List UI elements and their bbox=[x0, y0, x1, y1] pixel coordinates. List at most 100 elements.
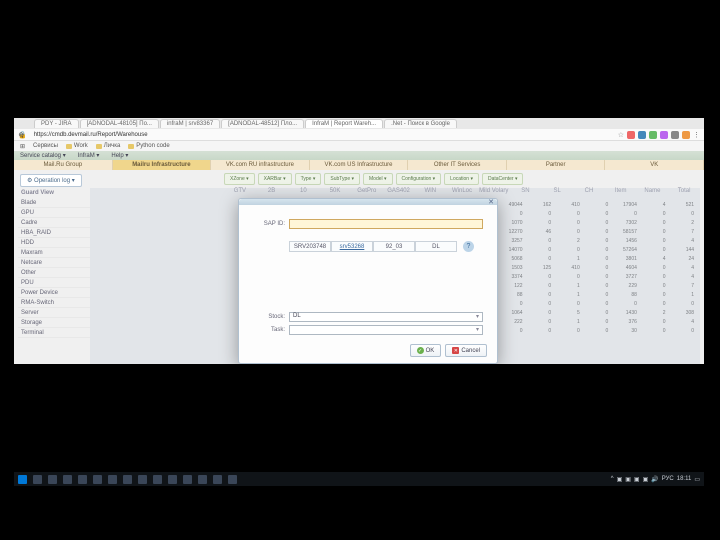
dialog: ✕ SAP ID: SRV203748 srv53268 92_03 DL ? … bbox=[238, 198, 498, 364]
filter-datacenter[interactable]: DataCenter ▾ bbox=[482, 173, 523, 185]
home-button[interactable]: ⌂ bbox=[18, 131, 25, 138]
taskview-icon[interactable] bbox=[48, 475, 57, 484]
tray-icon[interactable]: ▣ bbox=[634, 476, 640, 483]
star-icon[interactable]: ☆ bbox=[618, 131, 624, 139]
filter-type[interactable]: Type ▾ bbox=[295, 173, 322, 185]
taskbar-app-icon[interactable] bbox=[168, 475, 177, 484]
taskbar-app-icon[interactable] bbox=[153, 475, 162, 484]
taskbar-app-icon[interactable] bbox=[78, 475, 87, 484]
browser-tab[interactable]: [ADNODAL-48105] По... bbox=[80, 119, 159, 128]
taskbar-app-icon[interactable] bbox=[63, 475, 72, 484]
bookmark-folder[interactable]: Work bbox=[66, 143, 88, 149]
browser-tab[interactable]: [ADNODAL-48512] Пло... bbox=[221, 119, 304, 128]
bookmarks-bar: ⊞ Сервисы Work Личка Python code bbox=[14, 141, 704, 151]
dialog-close-button[interactable]: ✕ bbox=[488, 198, 494, 206]
extension-icon[interactable] bbox=[682, 131, 690, 139]
browser-tab[interactable]: infraM | srv83367 bbox=[160, 119, 220, 128]
tray-notifications-icon[interactable]: ▭ bbox=[694, 476, 700, 483]
folder-icon bbox=[66, 144, 72, 149]
sidebar-item[interactable]: Netcare bbox=[18, 258, 90, 268]
menu-service-catalog[interactable]: Service catalog ▾ bbox=[20, 152, 66, 159]
taskbar-search-icon[interactable] bbox=[33, 475, 42, 484]
taskbar-app-icon[interactable] bbox=[93, 475, 102, 484]
sidebar-item[interactable]: Cadre bbox=[18, 218, 90, 228]
taskbar-app-icon[interactable] bbox=[198, 475, 207, 484]
section-tab[interactable]: Partner bbox=[507, 160, 606, 170]
tray-icon[interactable]: ▣ bbox=[625, 476, 631, 483]
menu-help[interactable]: Help ▾ bbox=[111, 152, 128, 159]
folder-icon bbox=[128, 144, 134, 149]
browser-tab[interactable]: PDY - JIRA bbox=[34, 119, 79, 128]
bookmark-folder[interactable]: Python code bbox=[128, 143, 169, 149]
sidebar-item[interactable]: Blade bbox=[18, 198, 90, 208]
section-tab[interactable]: VK.com RU infrastructure bbox=[211, 160, 310, 170]
sidebar-item[interactable]: Storage bbox=[18, 318, 90, 328]
tray-chevron-icon[interactable]: ^ bbox=[611, 476, 614, 482]
sidebar-item[interactable]: Server bbox=[18, 308, 90, 318]
section-tab[interactable]: VK.com US Infrastructure bbox=[310, 160, 409, 170]
taskbar-app-icon[interactable] bbox=[183, 475, 192, 484]
operation-log-button[interactable]: ⚙ Operation log ▾ bbox=[20, 174, 82, 187]
extension-icon[interactable] bbox=[627, 131, 635, 139]
sidebar-item[interactable]: RMA-Switch bbox=[18, 298, 90, 308]
tray-language[interactable]: РУС bbox=[662, 476, 674, 482]
sidebar-item[interactable]: Other bbox=[18, 268, 90, 278]
taskbar-app-icon[interactable] bbox=[108, 475, 117, 484]
folder-icon bbox=[96, 144, 102, 149]
filter-configuration[interactable]: Configuration ▾ bbox=[396, 173, 442, 185]
filter-bar: XZone ▾ XARBar ▾ Type ▾ SubType ▾ Model … bbox=[224, 173, 700, 184]
stock-select[interactable]: DL bbox=[289, 312, 483, 322]
section-tab-active[interactable]: Mailru Infrastructure bbox=[113, 160, 212, 170]
tray-clock[interactable]: 18:11 bbox=[677, 476, 692, 482]
taskbar-app-icon[interactable] bbox=[123, 475, 132, 484]
section-tab[interactable]: Mail.Ru Group bbox=[14, 160, 113, 170]
cancel-button[interactable]: ✕ Cancel bbox=[445, 344, 487, 357]
system-tray[interactable]: ^ ▣ ▣ ▣ ▣ 🔊 РУС 18:11 ▭ bbox=[611, 476, 700, 483]
extension-icon[interactable] bbox=[649, 131, 657, 139]
sidebar-item[interactable]: Power Device bbox=[18, 288, 90, 298]
info-cell-link[interactable]: srv53268 bbox=[331, 241, 373, 252]
sap-id-label: SAP ID: bbox=[253, 221, 285, 227]
sidebar-item[interactable]: HBA_RAID bbox=[18, 228, 90, 238]
bookmark-item[interactable]: Сервисы bbox=[33, 143, 58, 149]
tray-icon[interactable]: ▣ bbox=[617, 476, 623, 483]
filter-subtype[interactable]: SubType ▾ bbox=[324, 173, 360, 185]
ok-button[interactable]: ✓ OK bbox=[410, 344, 442, 357]
extension-icon[interactable] bbox=[638, 131, 646, 139]
tray-network-icon[interactable]: ▣ bbox=[643, 476, 649, 483]
browser-tab-active[interactable]: InfraM | Report Wareh... bbox=[305, 119, 383, 128]
sap-id-input[interactable] bbox=[289, 219, 483, 229]
filter-xarbar[interactable]: XARBar ▾ bbox=[258, 173, 292, 185]
section-tab[interactable]: Other IT Services bbox=[408, 160, 507, 170]
sidebar-item[interactable]: Maxram bbox=[18, 248, 90, 258]
url-field[interactable]: https://cmdb.devmail.ru/Report/Warehouse bbox=[30, 132, 615, 138]
taskbar-app-icon[interactable] bbox=[138, 475, 147, 484]
browser-tab[interactable]: .Net - Поиск в Google bbox=[384, 119, 457, 128]
section-tab[interactable]: VK bbox=[605, 160, 704, 170]
tray-volume-icon[interactable]: 🔊 bbox=[651, 476, 658, 483]
filter-model[interactable]: Model ▾ bbox=[363, 173, 393, 185]
start-button[interactable] bbox=[18, 475, 27, 484]
info-cell-srv: SRV203748 bbox=[289, 241, 331, 252]
dialog-titlebar[interactable] bbox=[239, 199, 497, 205]
filter-xzone[interactable]: XZone ▾ bbox=[224, 173, 255, 185]
sidebar-item[interactable]: GPU bbox=[18, 208, 90, 218]
menu-icon[interactable]: ⋮ bbox=[693, 131, 700, 139]
sidebar-header: Guard View bbox=[18, 188, 90, 198]
help-icon[interactable]: ? bbox=[463, 241, 474, 252]
taskbar-app-icon[interactable] bbox=[213, 475, 222, 484]
extension-icons bbox=[627, 131, 690, 139]
sidebar-item[interactable]: Terminal bbox=[18, 328, 90, 338]
extension-icon[interactable] bbox=[671, 131, 679, 139]
extension-icon[interactable] bbox=[660, 131, 668, 139]
apps-icon[interactable]: ⊞ bbox=[20, 143, 25, 150]
app-menu-bar: Service catalog ▾ InfraM ▾ Help ▾ bbox=[14, 151, 704, 160]
bookmark-folder[interactable]: Личка bbox=[96, 143, 121, 149]
menu-infram[interactable]: InfraM ▾ bbox=[78, 152, 100, 159]
taskbar-app-icon[interactable] bbox=[228, 475, 237, 484]
sidebar-item[interactable]: HDD bbox=[18, 238, 90, 248]
sidebar-item[interactable]: PDU bbox=[18, 278, 90, 288]
filter-location[interactable]: Location ▾ bbox=[444, 173, 479, 185]
browser-tab-strip: PDY - JIRA [ADNODAL-48105] По... infraM … bbox=[14, 118, 704, 129]
task-select[interactable] bbox=[289, 325, 483, 335]
